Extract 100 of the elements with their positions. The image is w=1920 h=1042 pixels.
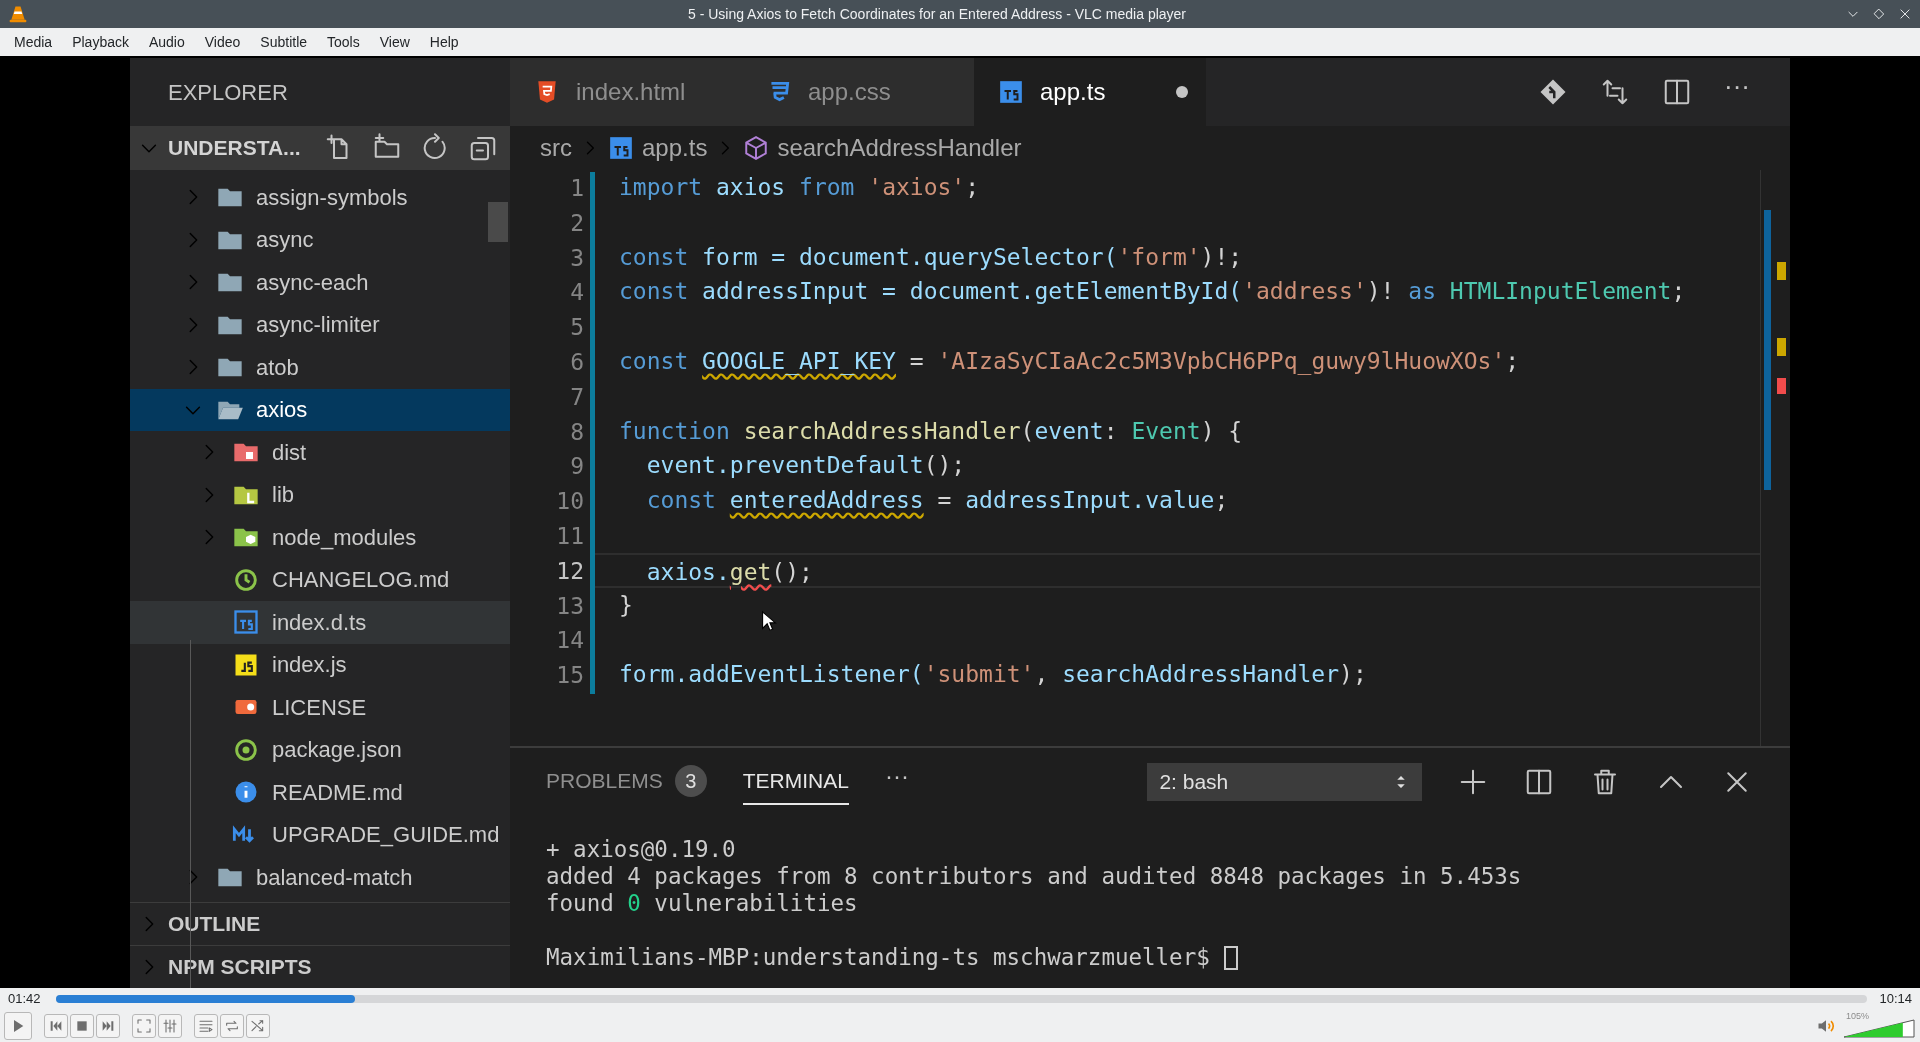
tree-item[interactable]: index.js [130,643,510,686]
scrollbar-thumb[interactable] [488,202,508,242]
plus-icon[interactable] [1458,767,1488,797]
menu-item[interactable]: Help [419,31,469,53]
line-number: 5 [570,313,584,343]
equalizer-icon [162,1018,178,1034]
seek-bar[interactable] [56,995,1868,1003]
code-line: event.preventDefault(); [645,452,966,479]
folder-name: UNDERSTA... [168,135,302,162]
line-number: 3 [570,243,584,273]
play-button[interactable] [4,1012,32,1040]
code-line: import axios from 'axios'; [619,174,980,200]
shuffle-icon [250,1018,266,1034]
tree-item[interactable]: async-each [130,261,510,304]
tree-item[interactable]: README.md [130,771,510,814]
menu-item[interactable]: Tools [317,31,370,53]
terminal-prompt: Maximilians-MBP:understanding-ts mschwarzmueller$ [546,944,1210,971]
tree-item[interactable]: lib [130,473,510,516]
ts-file-icon [232,608,260,637]
diamond-icon[interactable] [1538,77,1568,107]
line-number: 2 [570,208,584,238]
menu-item[interactable]: Subtitle [250,31,318,53]
split-terminal-icon[interactable] [1524,767,1554,797]
previous-icon [48,1018,64,1034]
tree-item[interactable]: assign-symbols [130,176,510,219]
stop-button[interactable] [70,1014,94,1038]
terminal-select[interactable]: 2: bash [1147,763,1422,801]
maximize-icon[interactable] [1872,7,1886,21]
shuffle-button[interactable] [246,1014,270,1038]
compare-icon[interactable] [1600,77,1630,107]
breadcrumb[interactable]: searchAddressHandler [777,130,1022,166]
line-number: 10 [556,487,584,517]
previous-button[interactable] [44,1014,68,1038]
panel-tab[interactable]: PROBLEMS 3 [546,759,707,805]
line-number: 12 [556,556,584,586]
ts-file-icon [608,135,634,161]
tree-label: axios [256,396,308,425]
editor-tab[interactable]: app.ts [974,58,1206,126]
editor-tab[interactable]: index.html [510,58,742,126]
playlist-icon [198,1018,214,1034]
menu-item[interactable]: View [369,31,420,53]
tree-item[interactable]: node_modules [130,516,510,559]
tree-label: README.md [272,778,403,807]
terminal-cursor [1223,945,1238,970]
close-icon[interactable] [1898,7,1912,21]
volume-reading: 105% [1846,1010,1870,1023]
line-number: 8 [570,417,584,447]
tree-label: index.d.ts [272,608,367,637]
tree-label: UPGRADE_GUIDE.md [272,821,500,850]
split-editor-icon[interactable] [1662,77,1692,107]
menu-item[interactable]: Media [4,31,63,53]
playlist-button[interactable] [194,1014,218,1038]
breadcrumb[interactable]: app.ts [642,130,708,166]
fullscreen-icon [136,1018,152,1034]
line-number: 1 [570,174,584,203]
tree-label: async [256,226,314,255]
tree-label: atob [256,353,299,382]
panel-header[interactable]: OUTLINE [130,902,510,945]
traffic-cone-icon [8,4,28,24]
tree-item[interactable]: UPGRADE_GUIDE.md [130,813,510,856]
menu-item[interactable]: Playback [62,31,139,53]
stop-icon [74,1018,90,1034]
line-number: 14 [556,626,584,656]
line-number: 13 [556,591,584,621]
tree-item[interactable]: axios [130,388,510,431]
tree-label: package.json [272,736,402,765]
tree-item[interactable]: atob [130,346,510,389]
panel-tab[interactable]: TERMINAL [742,759,849,805]
tree-item[interactable]: dist [130,431,510,474]
next-button[interactable] [96,1014,120,1038]
more-actions-button[interactable]: ··· [1724,73,1750,111]
tree-item[interactable]: index.d.ts [130,601,510,644]
tree-item[interactable]: async [130,218,510,261]
line-number: 9 [570,452,584,482]
menu-item[interactable]: Audio [138,31,195,53]
window-title: 5 - Using Axios to Fetch Coordinates for an Entered Address - VLC media player [687,4,1187,24]
cube-icon [743,135,770,161]
elapsed-time: 01:42 [8,990,42,1009]
tree-item[interactable]: CHANGELOG.md [130,558,510,601]
more-button[interactable]: ··· [884,758,909,806]
code-line: const form = document.querySelector('form')!; [619,243,1243,270]
tree-label: dist [272,438,307,467]
code-line: const enteredAddress = addressInput.value; [645,487,1229,514]
equalizer-button[interactable] [158,1014,182,1038]
code-line: function searchAddressHandler(event: Event) { [619,417,1243,444]
tree-item[interactable]: package.json [130,728,510,771]
editor-tab[interactable]: app.css [742,58,974,126]
line-number: 4 [570,278,584,308]
breadcrumb[interactable]: src [540,130,572,166]
tree-item[interactable]: async-limiter [130,303,510,346]
code-line: form.addEventListener('submit', searchAddressHandler); [619,661,1367,688]
line-number: 11 [556,521,584,551]
menu-item[interactable]: Video [194,31,251,53]
tree-label: async-limiter [256,311,380,340]
tree-item[interactable]: balanced-match [130,856,510,899]
tree-label: CHANGELOG.md [272,566,450,595]
loop-button[interactable] [220,1014,244,1038]
section-header[interactable]: UNDERSTA... [130,126,510,170]
next-icon [100,1018,116,1034]
tree-item[interactable]: LICENSE [130,686,510,729]
